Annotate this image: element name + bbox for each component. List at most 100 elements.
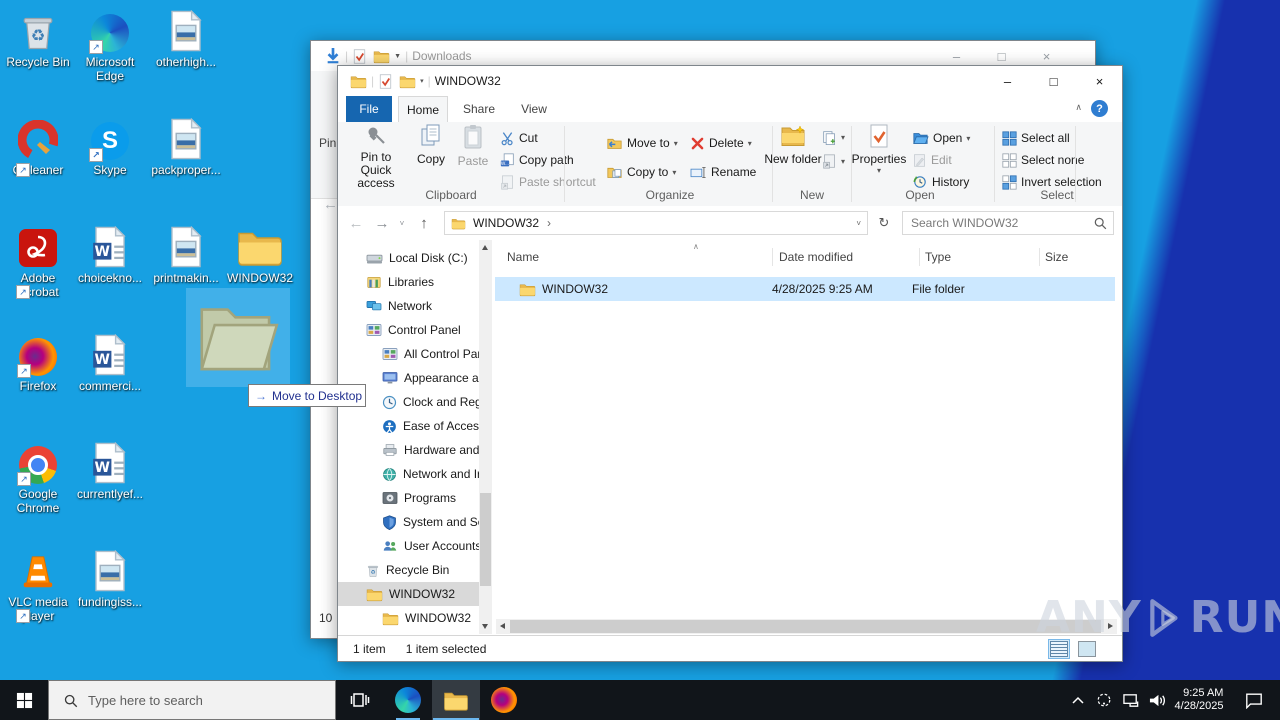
address-dropdown[interactable]: ˅	[856, 219, 861, 228]
move-to-button[interactable]: Move to ▾	[606, 133, 678, 153]
taskbar-edge-button[interactable]	[384, 680, 432, 720]
desktop-icon-microsoft-edge[interactable]: ↗ Microsoft Edge	[72, 6, 148, 83]
desktop-icon-vlc[interactable]: ↗ VLC media player	[0, 546, 76, 623]
recent-locations-dropdown[interactable]: ˅	[394, 206, 410, 240]
tree-item-libraries[interactable]: Libraries	[338, 270, 479, 294]
tree-item-hardware-sound[interactable]: Hardware and	[338, 438, 479, 462]
tree-item-user-accounts[interactable]: User Accounts	[338, 534, 479, 558]
tree-item-network[interactable]: Network	[338, 294, 479, 318]
scroll-up-arrow[interactable]	[482, 245, 488, 250]
search-icon[interactable]	[1093, 216, 1107, 230]
tab-home[interactable]: Home	[398, 96, 448, 123]
tray-volume-icon[interactable]	[1144, 680, 1170, 720]
scroll-down-arrow[interactable]	[482, 624, 488, 629]
download-arrow-icon	[325, 47, 341, 65]
tab-view[interactable]: View	[511, 96, 557, 122]
search-input[interactable]: Search WINDOW32	[902, 211, 1114, 235]
tree-scrollbar-thumb[interactable]	[480, 493, 491, 586]
tree-item-local-disk[interactable]: Local Disk (C:)	[338, 246, 479, 270]
tray-agent-icon[interactable]	[1092, 680, 1116, 720]
action-center-button[interactable]	[1236, 680, 1272, 720]
desktop-icon-otherhigh[interactable]: otherhigh...	[148, 6, 224, 69]
tab-file[interactable]: File	[346, 96, 392, 122]
task-view-button[interactable]	[336, 680, 384, 720]
tree-item-system-security[interactable]: System and Se	[338, 510, 479, 534]
desktop-icon-window32-folder[interactable]: WINDOW32	[222, 222, 298, 285]
taskbar-file-explorer-button[interactable]	[432, 680, 480, 720]
horizontal-scrollbar[interactable]	[496, 619, 1117, 634]
scroll-left-arrow[interactable]	[500, 623, 505, 629]
column-date-modified[interactable]: Date modified	[779, 244, 917, 270]
delete-button[interactable]: Delete ▾	[690, 133, 752, 153]
breadcrumb-path[interactable]: WINDOW32	[473, 216, 539, 230]
address-breadcrumb[interactable]: WINDOW32 › ˅	[444, 211, 868, 235]
downloads-back-arrow[interactable]: ←	[323, 196, 338, 213]
tree-item-ease-of-access[interactable]: Ease of Access	[338, 414, 479, 438]
qat-caret[interactable]: ▾	[420, 77, 424, 85]
easy-access-button[interactable]: ▾	[822, 151, 845, 171]
tree-scrollbar[interactable]	[479, 240, 492, 634]
tree-item-programs[interactable]: Programs	[338, 486, 479, 510]
maximize-button[interactable]: □	[1031, 66, 1076, 96]
tree-item-recycle-bin[interactable]: Recycle Bin	[338, 558, 479, 582]
forward-button[interactable]: →	[370, 206, 394, 240]
tray-network-icon[interactable]	[1118, 680, 1144, 720]
column-type[interactable]: Type	[925, 244, 1037, 270]
tree-item-window32-child[interactable]: WINDOW32	[338, 606, 479, 630]
desktop-icon-choicekno[interactable]: choicekno...	[72, 222, 148, 285]
back-button[interactable]: ←	[344, 206, 368, 240]
desktop-icon-commerci[interactable]: commerci...	[72, 330, 148, 393]
ribbon-collapse-icon[interactable]: ∧	[1075, 102, 1082, 113]
tree-item-window32-selected[interactable]: WINDOW32	[338, 582, 479, 606]
column-size[interactable]: Size	[1045, 244, 1107, 270]
cut-button[interactable]: Cut	[500, 128, 538, 148]
close-button[interactable]: ×	[1077, 66, 1122, 96]
desktop-icon-google-chrome[interactable]: ↗ Google Chrome	[0, 438, 76, 515]
copy-path-button[interactable]: Copy path	[500, 150, 574, 170]
pin-to-quick-access-button[interactable]: Pin to Quick access	[344, 124, 408, 190]
taskbar-firefox-button[interactable]	[480, 680, 528, 720]
tray-clock[interactable]: 9:25 AM 4/28/2025	[1168, 680, 1230, 720]
qat-caret[interactable]: ▼	[394, 53, 401, 60]
refresh-button[interactable]: ↻	[872, 206, 896, 240]
folder-icon[interactable]	[373, 49, 390, 64]
desktop-icon-adobe-acrobat[interactable]: ↗ Adobe Acrobat	[0, 222, 76, 299]
tab-share[interactable]: Share	[453, 96, 505, 122]
desktop-icon-fundingiss[interactable]: fundingiss...	[72, 546, 148, 609]
copy-to-button[interactable]: Copy to ▾	[606, 162, 676, 182]
properties-button[interactable]: Properties ▾	[850, 124, 908, 186]
up-button[interactable]: ↑	[412, 206, 436, 240]
checkmark-doc-icon[interactable]	[378, 74, 393, 89]
open-button[interactable]: Open ▾	[912, 128, 970, 148]
folder-icon[interactable]	[399, 74, 416, 89]
copy-button[interactable]: Copy	[410, 124, 452, 186]
desktop-icon-packproper[interactable]: packproper...	[148, 114, 224, 177]
taskbar-search-input[interactable]: Type here to search	[48, 680, 336, 720]
desktop-icon-firefox[interactable]: ↗ Firefox	[0, 330, 76, 393]
minimize-button[interactable]: –	[985, 66, 1030, 96]
breadcrumb-chevron[interactable]: ›	[547, 216, 551, 230]
new-folder-button[interactable]: New folder	[762, 124, 824, 186]
tree-item-network-internet[interactable]: Network and Ir	[338, 462, 479, 486]
select-all-button[interactable]: Select all	[1002, 128, 1070, 148]
paste-button[interactable]: Paste	[452, 124, 494, 186]
start-button[interactable]	[0, 680, 48, 720]
desktop-icon-currentlyef[interactable]: currentlyef...	[72, 438, 148, 501]
column-name[interactable]: Name	[507, 244, 771, 270]
tree-item-control-panel[interactable]: Control Panel	[338, 318, 479, 342]
edit-button[interactable]: Edit	[912, 150, 952, 170]
desktop-icon-recycle-bin[interactable]: Recycle Bin	[0, 6, 76, 69]
horizontal-scrollbar-thumb[interactable]	[510, 620, 1101, 633]
tree-item-all-control-panel[interactable]: All Control Par	[338, 342, 479, 366]
desktop-icon-ccleaner[interactable]: ↗ CCleaner	[0, 114, 76, 177]
desktop-icon-skype[interactable]: S ↗ Skype	[72, 114, 148, 177]
file-row-window32[interactable]: WINDOW32 4/28/2025 9:25 AM File folder	[495, 277, 1115, 301]
rename-button[interactable]: Rename	[690, 162, 756, 182]
tray-show-hidden-icons[interactable]	[1066, 680, 1090, 720]
desktop-icon-printmakin[interactable]: printmakin...	[148, 222, 224, 285]
explorer-window[interactable]: | ▾ | WINDOW32 – □ × File Home Share Vie…	[337, 65, 1123, 662]
new-item-button[interactable]: ▾	[822, 127, 845, 147]
help-button[interactable]: ?	[1091, 100, 1108, 117]
checkmark-doc-icon[interactable]	[352, 49, 367, 64]
select-none-button[interactable]: Select none	[1002, 150, 1084, 170]
